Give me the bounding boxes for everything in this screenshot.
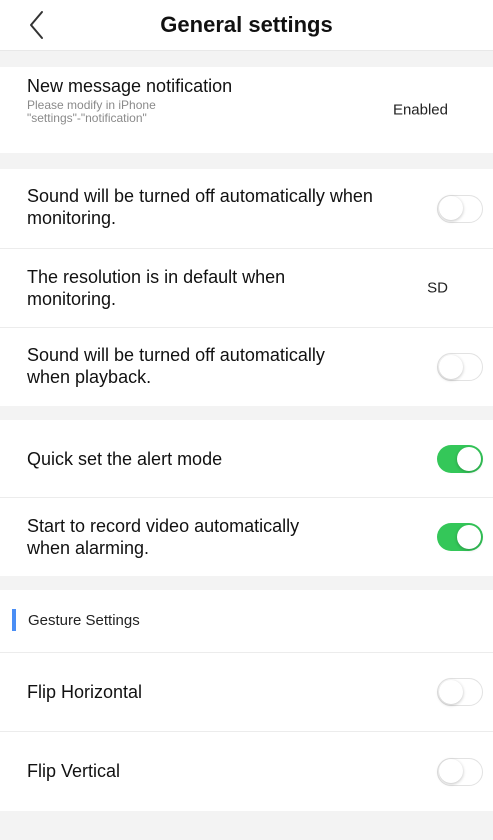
- sound-off-playback-label-line1: Sound will be turned off automatically: [27, 345, 325, 365]
- default-resolution-label-line1: The resolution is in default when: [27, 267, 286, 287]
- flip-vertical-row: Flip Vertical: [0, 732, 493, 811]
- flip-vertical-toggle[interactable]: [437, 757, 483, 786]
- page-title: General settings: [160, 12, 333, 37]
- gesture-group: Gesture Settings Flip Horizontal Flip Ve…: [0, 590, 493, 811]
- auto-record-toggle[interactable]: [437, 523, 483, 551]
- sound-off-monitoring-label-line1: Sound will be turned off automatically w…: [27, 186, 373, 206]
- auto-record-row: Start to record video automatically when…: [0, 498, 493, 576]
- toggle-knob: [438, 196, 463, 220]
- settings-screen: General settings New message notificatio…: [0, 0, 493, 840]
- quick-alert-mode-label: Quick set the alert mode: [27, 449, 223, 469]
- default-resolution-value: SD: [427, 279, 448, 297]
- sound-off-playback-label-line2: when playback.: [27, 367, 152, 387]
- default-resolution-row[interactable]: The resolution is in default when monito…: [0, 249, 493, 328]
- navigation-bar: General settings: [0, 0, 493, 51]
- flip-horizontal-label: Flip Horizontal: [27, 682, 143, 702]
- alert-group: Quick set the alert mode Start to record…: [0, 420, 493, 576]
- notification-group: New message notification Please modify i…: [0, 67, 493, 153]
- toggle-knob: [438, 679, 463, 704]
- flip-horizontal-toggle[interactable]: [437, 678, 483, 706]
- notification-label: New message notification: [27, 76, 233, 96]
- toggle-knob: [438, 759, 463, 783]
- notification-hint-line2: "settings"-"notification": [27, 111, 147, 125]
- section-gap: [0, 51, 493, 67]
- section-accent-bar: [12, 609, 16, 631]
- section-gap: [0, 406, 493, 420]
- sound-off-playback-row: Sound will be turned off automatically w…: [0, 328, 493, 406]
- quick-alert-mode-row: Quick set the alert mode: [0, 420, 493, 498]
- auto-record-label-line1: Start to record video automatically: [27, 516, 300, 536]
- flip-vertical-label: Flip Vertical: [27, 761, 121, 781]
- sound-off-monitoring-row: Sound will be turned off automatically w…: [0, 169, 493, 249]
- flip-horizontal-row: Flip Horizontal: [0, 653, 493, 732]
- sound-off-monitoring-label-line2: monitoring.: [27, 208, 117, 228]
- quick-alert-mode-toggle[interactable]: [437, 444, 483, 473]
- toggle-knob: [457, 525, 481, 549]
- auto-record-label-line2: when alarming.: [27, 538, 150, 558]
- toggle-knob: [438, 354, 463, 379]
- sound-off-monitoring-toggle[interactable]: [437, 194, 483, 223]
- notification-status: Enabled: [392, 101, 448, 119]
- gesture-section-header: Gesture Settings: [0, 590, 493, 653]
- monitoring-group: Sound will be turned off automatically w…: [0, 169, 493, 406]
- default-resolution-label-line2: monitoring.: [27, 289, 117, 309]
- sound-off-playback-toggle[interactable]: [437, 353, 483, 381]
- section-gap: [0, 576, 493, 590]
- gesture-section-title: Gesture Settings: [28, 612, 140, 629]
- section-gap: [0, 153, 493, 169]
- toggle-knob: [457, 446, 481, 471]
- new-message-notification-row[interactable]: New message notification Please modify i…: [0, 67, 493, 153]
